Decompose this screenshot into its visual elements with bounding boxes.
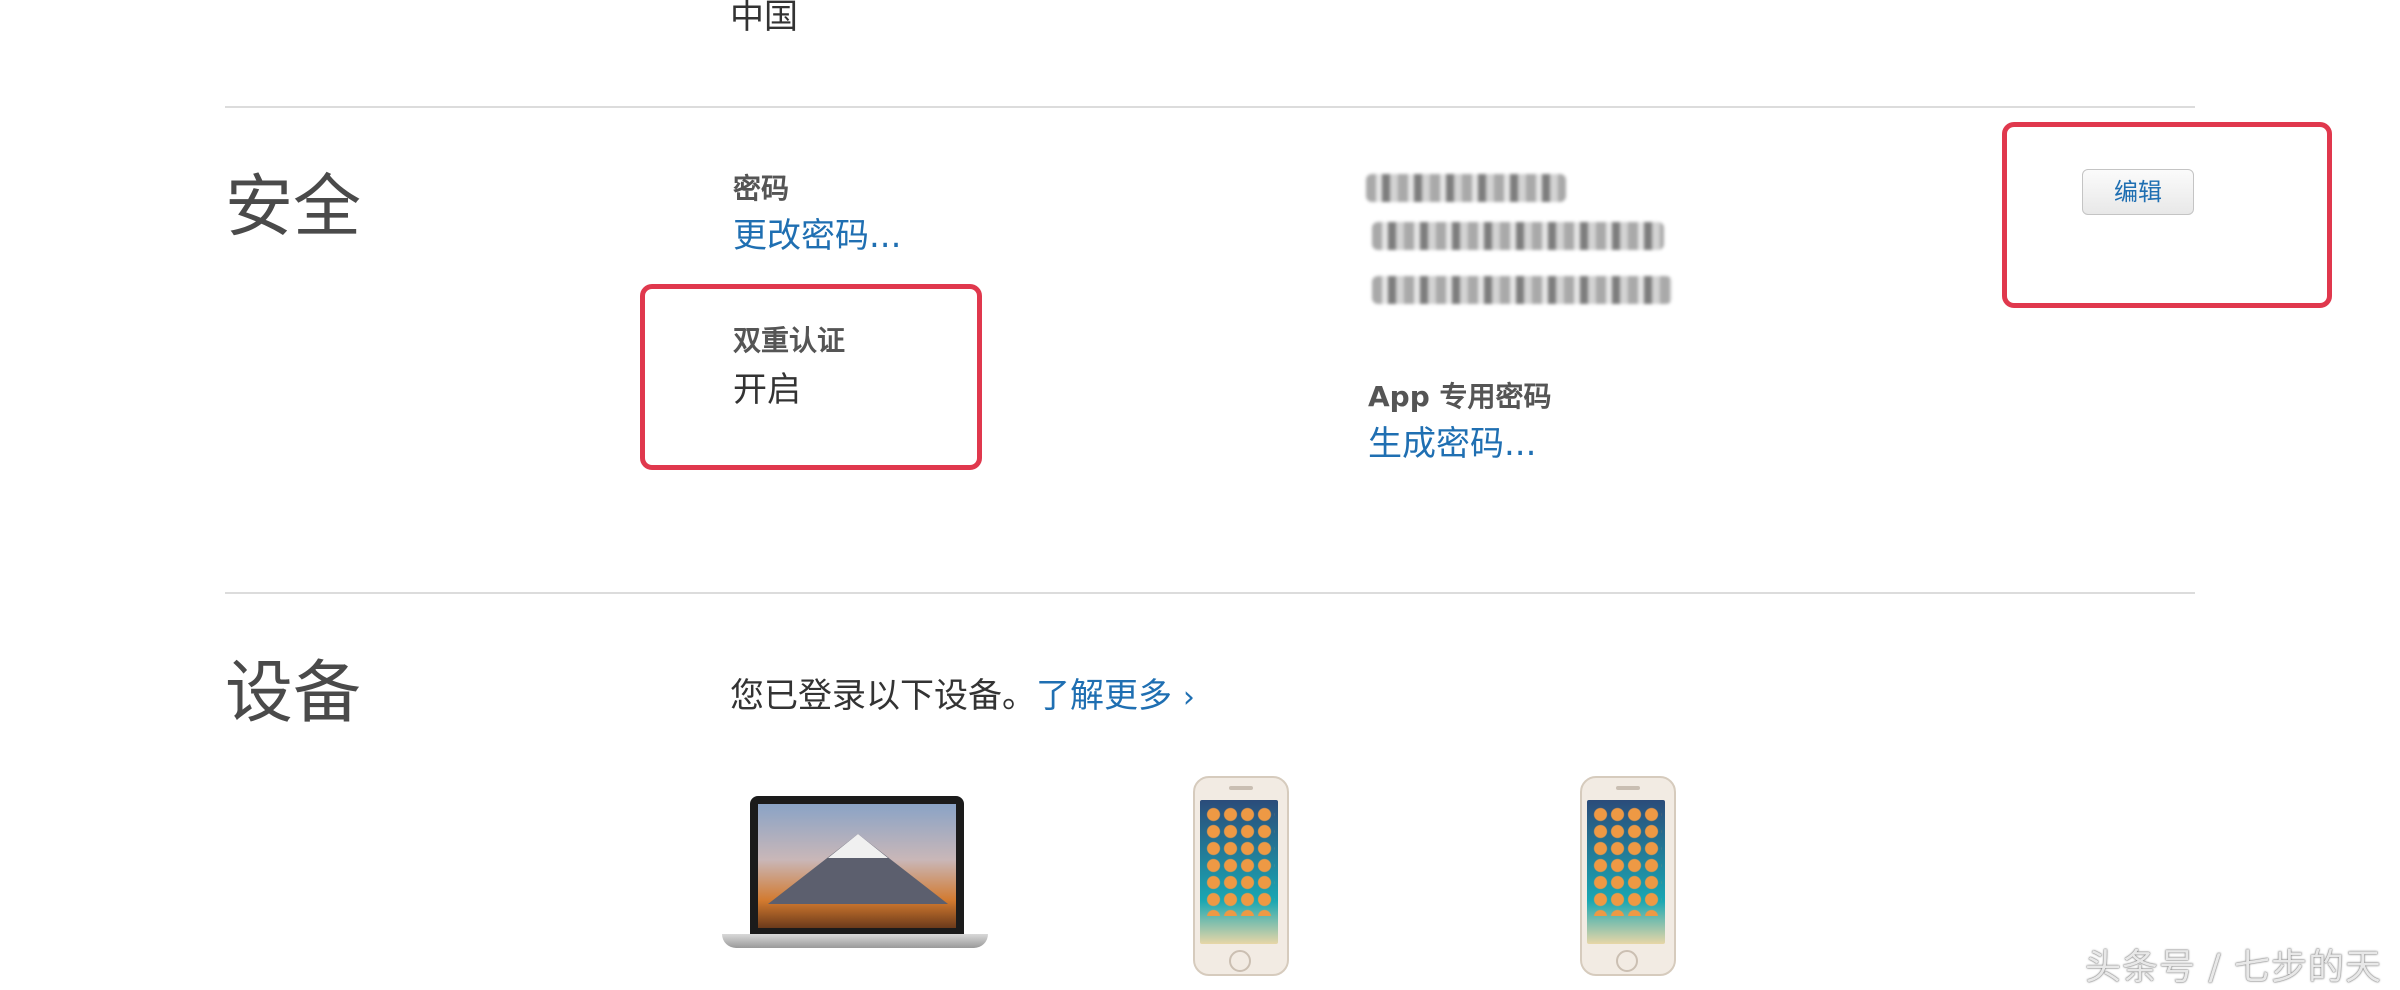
section-divider [225, 592, 2195, 594]
laptop-screen [750, 796, 964, 934]
iphone-icon[interactable] [1193, 776, 1289, 976]
two-factor-label: 双重认证 [733, 324, 846, 357]
two-factor-status: 开启 [733, 370, 801, 410]
devices-intro: 您已登录以下设备。了解更多 › [730, 676, 1195, 718]
edit-highlight-box [2002, 122, 2332, 308]
phone-app-grid [1592, 806, 1662, 916]
phone-speaker [1229, 786, 1253, 790]
phone-app-grid [1205, 806, 1275, 916]
section-divider [225, 106, 2195, 108]
edit-button[interactable]: 编辑 [2082, 169, 2194, 215]
security-section-title: 安全 [225, 168, 362, 247]
home-button-icon [1616, 950, 1638, 972]
learn-more-link[interactable]: 了解更多 [1036, 676, 1172, 716]
devices-intro-text: 您已登录以下设备。 [730, 676, 1036, 716]
chevron-right-icon[interactable]: › [1183, 680, 1195, 715]
laptop-display [758, 804, 956, 928]
change-password-link[interactable]: 更改密码... [733, 216, 901, 256]
watermark: 头条号 / 七步的天 [2085, 947, 2383, 988]
generate-password-link[interactable]: 生成密码... [1368, 424, 1536, 464]
iphone-icon[interactable] [1580, 776, 1676, 976]
redacted-info-line [1366, 174, 1566, 202]
phone-speaker [1616, 786, 1640, 790]
laptop-base [722, 934, 988, 948]
macbook-icon[interactable] [722, 796, 988, 956]
password-label: 密码 [733, 172, 790, 205]
country-value: 中国 [730, 0, 798, 37]
redacted-info-line [1372, 222, 1664, 250]
two-factor-highlight-box [640, 284, 982, 470]
snow-shape [828, 834, 888, 858]
redacted-info-line [1372, 276, 1672, 304]
devices-section-title: 设备 [225, 654, 362, 733]
app-specific-password-label: App 专用密码 [1368, 380, 1552, 413]
home-button-icon [1229, 950, 1251, 972]
